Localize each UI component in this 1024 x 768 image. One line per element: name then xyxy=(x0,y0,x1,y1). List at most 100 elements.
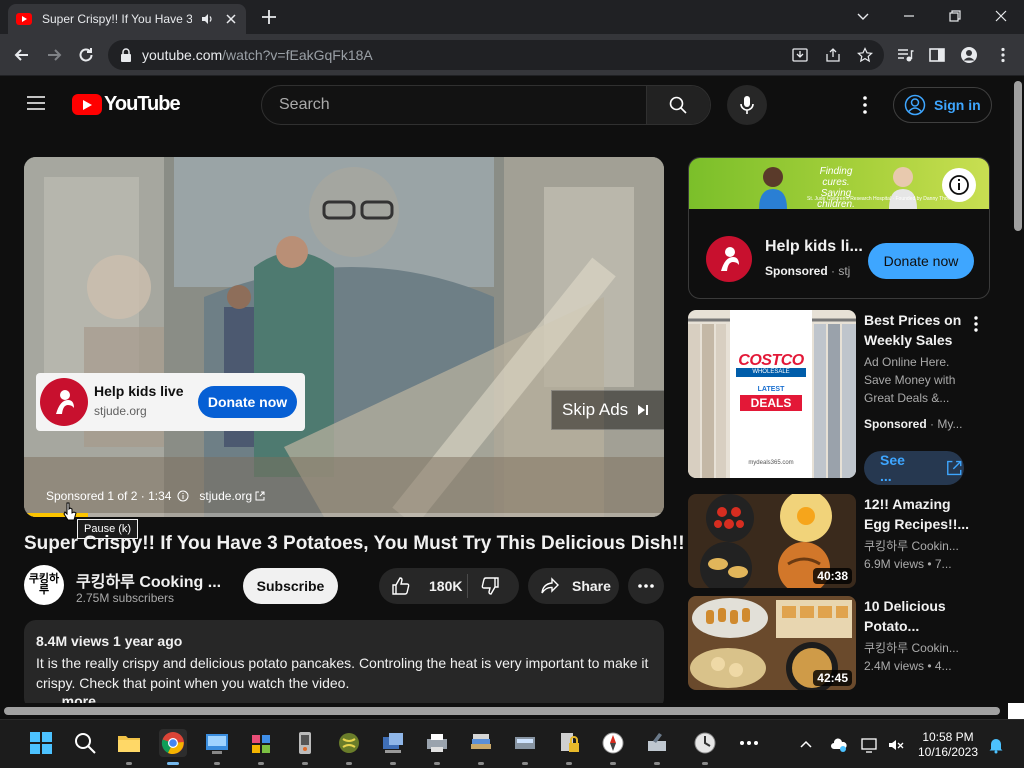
donate-now-button[interactable]: Donate now xyxy=(198,386,297,418)
volume-muted-icon[interactable] xyxy=(887,736,905,754)
browser-tab[interactable]: Super Crispy!! If You Have 3 xyxy=(8,4,246,34)
video-duration: 40:38 xyxy=(813,568,852,584)
search-icon xyxy=(669,96,687,114)
lock-icon[interactable] xyxy=(120,48,132,62)
ad-progress-bar[interactable] xyxy=(24,513,664,517)
voice-search-button[interactable] xyxy=(727,85,767,125)
side-panel-icon[interactable] xyxy=(928,46,946,64)
taskbar-overflow-icon[interactable] xyxy=(735,729,763,757)
subscribe-button[interactable]: Subscribe xyxy=(243,568,338,604)
thumbs-down-icon[interactable] xyxy=(480,576,500,596)
advertiser-link[interactable]: stjude.org xyxy=(199,489,252,503)
search-button[interactable] xyxy=(646,86,710,124)
start-windows-icon[interactable] xyxy=(27,729,55,757)
banner-sponsored: Sponsored · stj xyxy=(765,264,850,278)
url-text[interactable]: youtube.com/watch?v=fEakGqFk18A xyxy=(142,47,373,63)
onedrive-cloud-icon[interactable] xyxy=(830,736,848,754)
running-indicator xyxy=(302,762,308,765)
more-actions-button[interactable] xyxy=(628,568,664,604)
video-thumbnail[interactable]: 42:45 xyxy=(688,596,856,690)
restore-icon[interactable] xyxy=(946,7,964,25)
youtube-play-icon xyxy=(72,94,102,115)
ad-progress-fill xyxy=(24,513,88,517)
show-hidden-icons-chevron-icon[interactable] xyxy=(797,736,815,754)
horizontal-scrollbar[interactable] xyxy=(0,703,1012,717)
info-icon[interactable] xyxy=(177,490,189,502)
related-video-card[interactable]: 40:38 12!! Amazing Egg Recipes!!... 쿠킹하루… xyxy=(688,494,988,588)
related-video-channel[interactable]: 쿠킹하루 Cookin... xyxy=(864,639,959,657)
like-button[interactable]: 180K xyxy=(379,568,467,604)
media-control-icon[interactable] xyxy=(896,46,914,64)
settings-more-icon[interactable] xyxy=(862,95,868,115)
see-more-button[interactable]: See ... xyxy=(864,451,964,485)
search-input[interactable] xyxy=(263,87,648,123)
back-arrow-icon[interactable] xyxy=(12,45,32,65)
share-page-icon[interactable] xyxy=(825,47,841,63)
youtube-logo[interactable]: YouTube xyxy=(72,93,181,116)
related-video-card[interactable]: 42:45 10 Delicious Potato... 쿠킹하루 Cookin… xyxy=(688,596,988,690)
profile-icon[interactable] xyxy=(960,46,978,64)
install-app-icon[interactable] xyxy=(792,47,808,63)
related-video-title[interactable]: 10 Delicious Potato... xyxy=(864,596,974,636)
channel-avatar[interactable]: 쿠킹하루 xyxy=(24,565,64,605)
mouse-cursor xyxy=(63,502,77,522)
control-panel-icon[interactable] xyxy=(203,729,231,765)
app-printer-icon[interactable] xyxy=(423,729,451,765)
app-books-icon[interactable] xyxy=(467,729,495,765)
companion-ad-banner[interactable]: Finding cures. Saving children. St. Jude… xyxy=(688,157,990,299)
app-scanner-icon[interactable] xyxy=(511,729,539,765)
close-tab-icon[interactable] xyxy=(224,12,238,26)
chrome-icon[interactable] xyxy=(159,729,187,765)
app-tools-icon[interactable] xyxy=(643,729,671,765)
tab-search-icon[interactable] xyxy=(854,7,872,25)
costco-ad-thumbnail[interactable]: COSTCO WHOLESALE LATEST DEALS mydeals365… xyxy=(688,310,856,478)
running-indicator xyxy=(214,762,220,765)
network-display-icon[interactable] xyxy=(861,736,879,754)
ad-video-title[interactable]: Best Prices on Weekly Sales xyxy=(864,310,974,350)
minimize-icon[interactable] xyxy=(900,7,918,25)
sponsored-video-card[interactable]: COSTCO WHOLESALE LATEST DEALS mydeals365… xyxy=(688,310,988,486)
thumbnail-site: mydeals365.com xyxy=(748,460,794,466)
player-ad-overlay-card[interactable]: Help kids live stjude.org Donate now xyxy=(36,373,305,431)
hamburger-menu-icon[interactable] xyxy=(26,95,46,111)
app-colorful-icon[interactable] xyxy=(247,729,275,765)
description-box[interactable]: 8.4M views 1 year ago It is the really c… xyxy=(24,620,664,710)
banner-donate-button[interactable]: Donate now xyxy=(868,243,974,279)
vertical-scrollbar[interactable] xyxy=(1012,77,1024,703)
more-vertical-icon[interactable] xyxy=(973,315,979,333)
browser-menu-icon[interactable] xyxy=(994,46,1012,64)
reload-icon[interactable] xyxy=(76,45,96,65)
vertical-scroll-thumb[interactable] xyxy=(1014,81,1022,231)
address-bar[interactable]: youtube.com/watch?v=fEakGqFk18A xyxy=(108,40,884,70)
related-video-channel[interactable]: 쿠킹하루 Cookin... xyxy=(864,537,959,555)
horizontal-scroll-thumb[interactable] xyxy=(4,707,1000,715)
ad-info-icon[interactable] xyxy=(942,168,976,202)
running-indicator xyxy=(258,762,264,765)
speaker-icon[interactable] xyxy=(200,12,214,26)
video-player[interactable]: Help kids live stjude.org Donate now Ski… xyxy=(24,157,664,517)
app-clock-icon[interactable] xyxy=(691,729,719,765)
search-icon[interactable] xyxy=(71,729,99,757)
video-thumbnail[interactable]: 40:38 xyxy=(688,494,856,588)
forward-arrow-icon[interactable] xyxy=(44,45,64,65)
new-tab-button[interactable] xyxy=(260,8,278,26)
costco-brand-sub: WHOLESALE xyxy=(736,368,806,377)
app-globe-icon[interactable] xyxy=(335,729,363,765)
app-compass-icon[interactable] xyxy=(599,729,627,765)
bookmark-star-icon[interactable] xyxy=(857,47,873,63)
file-explorer-icon[interactable] xyxy=(115,729,143,765)
sign-in-button[interactable]: Sign in xyxy=(893,87,992,123)
child-photo-1 xyxy=(759,167,787,209)
skip-ads-button[interactable]: Skip Ads xyxy=(551,390,664,430)
app-network-icon[interactable] xyxy=(379,729,407,765)
share-button[interactable]: Share xyxy=(528,568,619,604)
system-clock[interactable]: 10:58 PM 10/16/2023 xyxy=(916,730,980,760)
banner-image: Finding cures. Saving children. St. Jude… xyxy=(689,158,989,210)
notification-bell-icon[interactable] xyxy=(987,736,1005,754)
channel-name[interactable]: 쿠킹하루 Cooking ... xyxy=(76,568,221,592)
app-security-icon[interactable] xyxy=(555,729,583,765)
close-window-icon[interactable] xyxy=(992,7,1010,25)
related-video-title[interactable]: 12!! Amazing Egg Recipes!!... xyxy=(864,494,974,534)
youtube-wordmark: YouTube xyxy=(104,93,181,115)
app-device-icon[interactable] xyxy=(291,729,319,765)
